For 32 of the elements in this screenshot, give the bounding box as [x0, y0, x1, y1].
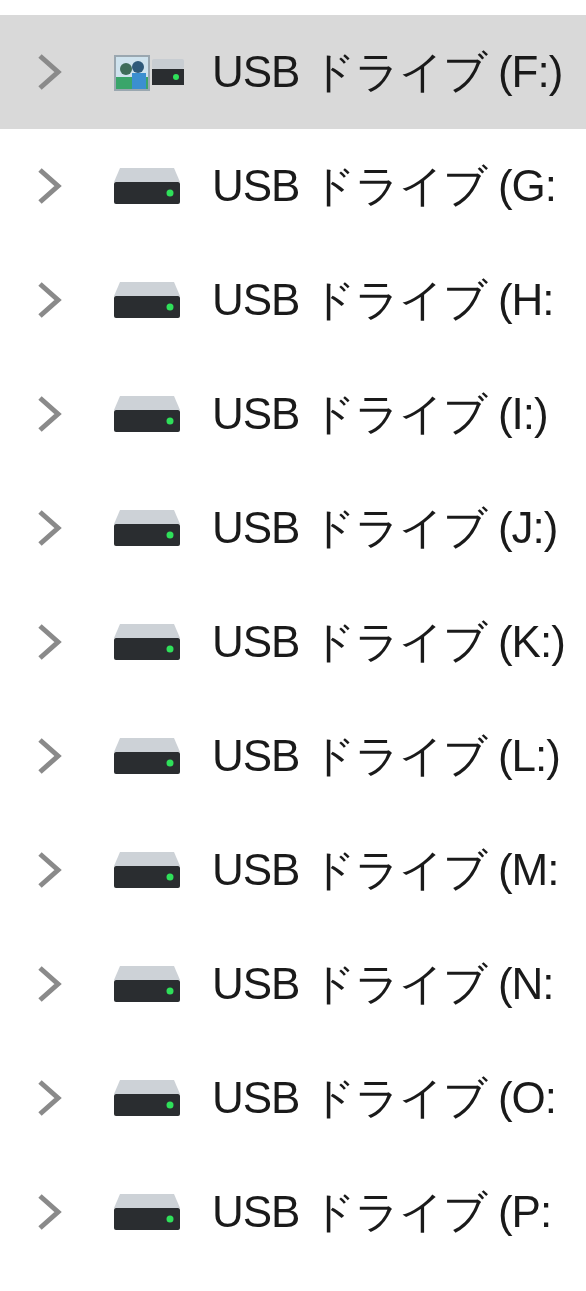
drive-label: USB ドライブ (P: [212, 1185, 552, 1238]
drive-label: USB ドライブ (N: [212, 957, 554, 1010]
drive-icon [114, 624, 180, 660]
drive-item[interactable]: USB ドライブ (H: [0, 243, 586, 357]
drive-label: USB ドライブ (H: [212, 273, 554, 326]
drive-label: USB ドライブ (M: [212, 843, 559, 896]
drive-item[interactable]: USB ドライブ (J:) [0, 471, 586, 585]
drive-label: USB ドライブ (G: [212, 159, 557, 212]
drive-item[interactable]: USB ドライブ (I:) [0, 357, 586, 471]
drive-item[interactable]: USB ドライブ (M: [0, 813, 586, 927]
drive-item[interactable]: USB ドライブ (L:) [0, 699, 586, 813]
drive-item[interactable]: USB ドライブ (O: [0, 1041, 586, 1155]
drive-icon [114, 396, 180, 432]
drive-item[interactable]: USB ドライブ (G: [0, 129, 586, 243]
drive-label: USB ドライブ (K:) [212, 615, 565, 668]
drive-item[interactable]: USB ドライブ (K:) [0, 585, 586, 699]
drive-icon [114, 738, 180, 774]
drive-icon [114, 1080, 180, 1116]
drive-icon [114, 966, 180, 1002]
drive-label: USB ドライブ (F:) [212, 45, 563, 98]
drive-label: USB ドライブ (J:) [212, 501, 558, 554]
drive-item[interactable]: USB ドライブ (N: [0, 927, 586, 1041]
drive-icon [114, 168, 180, 204]
drive-icon [114, 282, 180, 318]
drive-icon [114, 510, 180, 546]
drive-icon [114, 852, 180, 888]
drive-label: USB ドライブ (O: [212, 1071, 557, 1124]
drive-item[interactable]: USB ドライブ (F:) [0, 15, 586, 129]
drive-item[interactable]: USB ドライブ (P: [0, 1155, 586, 1269]
drive-icon [114, 1194, 180, 1230]
drive-label: USB ドライブ (L:) [212, 729, 560, 782]
drive-label: USB ドライブ (I:) [212, 387, 548, 440]
